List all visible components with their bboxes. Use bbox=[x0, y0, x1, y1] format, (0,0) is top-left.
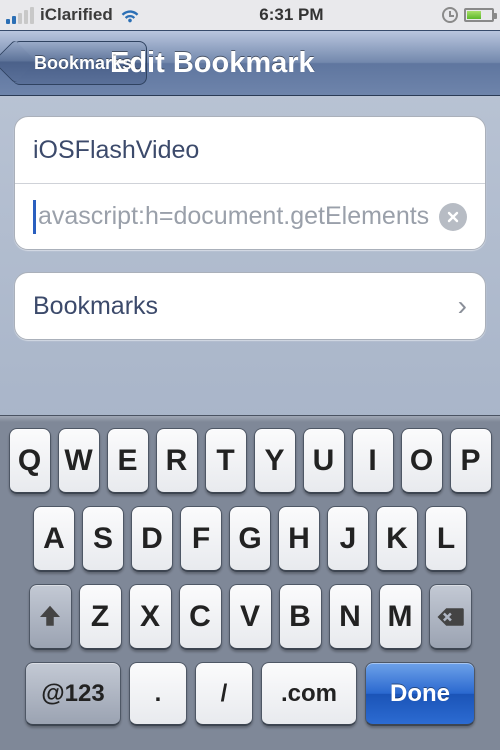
text-cursor bbox=[33, 200, 36, 234]
key-p[interactable]: P bbox=[450, 428, 492, 494]
shift-key[interactable] bbox=[29, 584, 72, 650]
keyboard-row-3: ZXCVBNM bbox=[6, 584, 494, 650]
wifi-icon bbox=[119, 4, 141, 26]
key-j[interactable]: J bbox=[327, 506, 369, 572]
clear-button[interactable] bbox=[439, 203, 467, 231]
bookmark-url-row[interactable]: avascript:h=document.getElementsByT bbox=[15, 183, 485, 249]
keyboard-row-4: @123 . / .com Done bbox=[6, 662, 494, 726]
back-button-label: Bookmarks bbox=[34, 53, 132, 74]
keyboard-row-2: ASDFGHJKL bbox=[6, 506, 494, 572]
key-t[interactable]: T bbox=[205, 428, 247, 494]
key-c[interactable]: C bbox=[179, 584, 222, 650]
key-y[interactable]: Y bbox=[254, 428, 296, 494]
navigation-bar: Bookmarks Edit Bookmark bbox=[0, 30, 500, 96]
bookmark-name-row[interactable] bbox=[15, 117, 485, 183]
key-u[interactable]: U bbox=[303, 428, 345, 494]
bookmark-folder-row[interactable]: Bookmarks › bbox=[15, 273, 485, 339]
key-v[interactable]: V bbox=[229, 584, 272, 650]
key-s[interactable]: S bbox=[82, 506, 124, 572]
key-e[interactable]: E bbox=[107, 428, 149, 494]
backspace-icon bbox=[435, 602, 465, 632]
key-i[interactable]: I bbox=[352, 428, 394, 494]
key-b[interactable]: B bbox=[279, 584, 322, 650]
close-icon bbox=[446, 210, 460, 224]
alarm-icon bbox=[442, 7, 458, 23]
key-m[interactable]: M bbox=[379, 584, 422, 650]
key-h[interactable]: H bbox=[278, 506, 320, 572]
shift-icon bbox=[35, 602, 65, 632]
folder-label: Bookmarks bbox=[33, 292, 158, 321]
chevron-right-icon: › bbox=[458, 290, 467, 322]
backspace-key[interactable] bbox=[429, 584, 472, 650]
slash-key[interactable]: / bbox=[195, 662, 253, 726]
symbols-key[interactable]: @123 bbox=[25, 662, 121, 726]
signal-strength-icon bbox=[6, 7, 34, 24]
key-z[interactable]: Z bbox=[79, 584, 122, 650]
clock-label: 6:31 PM bbox=[259, 5, 323, 25]
done-key[interactable]: Done bbox=[365, 662, 475, 726]
keyboard-row-1: QWERTYUIOP bbox=[6, 428, 494, 494]
key-g[interactable]: G bbox=[229, 506, 271, 572]
dotcom-key[interactable]: .com bbox=[261, 662, 357, 726]
key-q[interactable]: Q bbox=[9, 428, 51, 494]
key-w[interactable]: W bbox=[58, 428, 100, 494]
bookmark-folder-group: Bookmarks › bbox=[14, 272, 486, 340]
back-button[interactable]: Bookmarks bbox=[12, 41, 147, 85]
bookmark-fields-group: avascript:h=document.getElementsByT bbox=[14, 116, 486, 250]
key-r[interactable]: R bbox=[156, 428, 198, 494]
key-a[interactable]: A bbox=[33, 506, 75, 572]
status-bar: iClarified 6:31 PM bbox=[0, 0, 500, 30]
keyboard: QWERTYUIOP ASDFGHJKL ZXCVBNM @123 . / .c… bbox=[0, 415, 500, 750]
key-n[interactable]: N bbox=[329, 584, 372, 650]
key-d[interactable]: D bbox=[131, 506, 173, 572]
key-f[interactable]: F bbox=[180, 506, 222, 572]
bookmark-name-input[interactable] bbox=[33, 136, 467, 165]
period-key[interactable]: . bbox=[129, 662, 187, 726]
bookmark-url-text: avascript:h=document.getElementsByT bbox=[38, 202, 431, 231]
key-l[interactable]: L bbox=[425, 506, 467, 572]
key-o[interactable]: O bbox=[401, 428, 443, 494]
battery-icon bbox=[464, 8, 494, 22]
key-x[interactable]: X bbox=[129, 584, 172, 650]
carrier-label: iClarified bbox=[40, 5, 113, 25]
key-k[interactable]: K bbox=[376, 506, 418, 572]
